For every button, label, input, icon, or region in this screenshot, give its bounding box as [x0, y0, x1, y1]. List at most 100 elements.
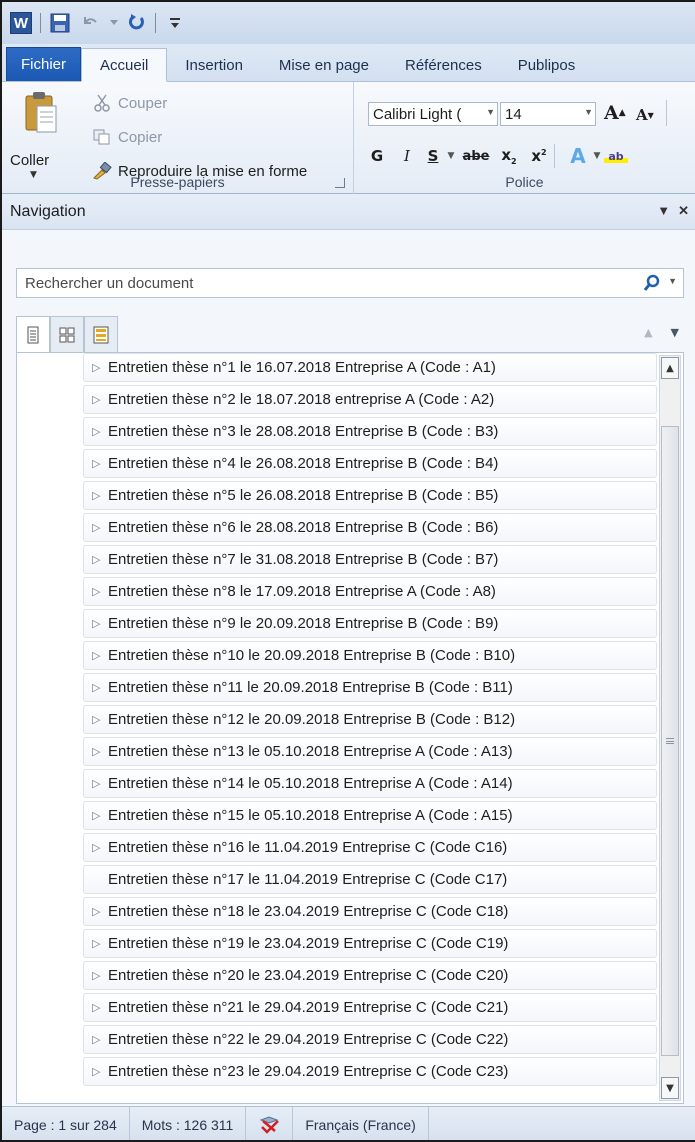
expand-triangle-icon[interactable]: ▷ [92, 681, 108, 694]
navigation-view-tabs [16, 316, 118, 352]
font-group-label: Police [505, 174, 544, 190]
headings-view-icon[interactable] [16, 316, 50, 352]
close-icon[interactable]: ✕ [678, 203, 689, 219]
heading-item[interactable]: ▷ Entretien thèse n°19 le 23.04.2019 Entr… [83, 929, 657, 958]
tab-home[interactable]: Accueil [81, 48, 168, 82]
strikethrough-button[interactable]: abe [458, 149, 494, 164]
heading-item[interactable]: ▷ Entretien thèse n°22 le 29.04.2019 Entr… [83, 1025, 657, 1054]
heading-item[interactable]: ▷ Entretien thèse n°11 le 20.09.2018 Entr… [83, 673, 657, 702]
expand-triangle-icon[interactable]: ▷ [92, 457, 108, 470]
customize-qat-icon[interactable] [164, 12, 186, 34]
font-size-select[interactable]: 14 ▼ [500, 102, 596, 126]
heading-item[interactable]: ▷ Entretien thèse n°8 le 17.09.2018 Entre… [83, 577, 657, 606]
spelling-icon[interactable] [246, 1107, 294, 1140]
expand-triangle-icon[interactable]: ▷ [92, 553, 108, 566]
subscript-button[interactable]: x2 [494, 146, 524, 166]
expand-triangle-icon[interactable]: ▷ [92, 1065, 108, 1078]
shrink-font-glyph: A [636, 106, 648, 124]
expand-triangle-icon[interactable]: ▷ [92, 905, 108, 918]
app-icon-letter: W [10, 12, 32, 34]
underline-button[interactable]: S [422, 147, 444, 165]
word-logo-icon[interactable]: W [10, 12, 32, 34]
expand-triangle-icon[interactable]: ▷ [92, 1001, 108, 1014]
undo-dropdown-icon[interactable] [109, 12, 119, 34]
vertical-scrollbar[interactable]: ▲ ▼ [659, 355, 681, 1101]
pages-view-icon[interactable] [50, 316, 84, 352]
word-count[interactable]: Mots : 126 311 [130, 1107, 247, 1140]
heading-item[interactable]: ▷ Entretien thèse n°18 le 23.04.2019 Entr… [83, 897, 657, 926]
heading-item[interactable]: ▷ Entretien thèse n°15 le 05.10.2018 Entr… [83, 801, 657, 830]
expand-triangle-icon[interactable]: ▷ [92, 1033, 108, 1046]
search-options-icon[interactable]: ▼ [668, 276, 677, 286]
scroll-up-icon[interactable]: ▲ [661, 357, 679, 379]
heading-item[interactable]: ▷ Entretien thèse n°13 le 05.10.2018 Entr… [83, 737, 657, 766]
expand-triangle-icon[interactable]: ▷ [92, 617, 108, 630]
heading-item[interactable]: ▷ Entretien thèse n°2 le 18.07.2018 entre… [83, 385, 657, 414]
heading-item[interactable]: ▷ Entretien thèse n°1 le 16.07.2018 Entre… [83, 353, 657, 382]
expand-triangle-icon[interactable]: ▷ [92, 489, 108, 502]
tab-mailings[interactable]: Publipos [500, 49, 594, 81]
save-icon[interactable] [49, 12, 71, 34]
heading-item[interactable]: ▷ Entretien thèse n°12 le 20.09.2018 Entr… [83, 705, 657, 734]
format-separator [554, 144, 566, 168]
clipboard-dialog-launcher[interactable] [335, 178, 345, 188]
underline-dropdown-icon[interactable]: ▼ [444, 151, 458, 161]
next-heading-icon[interactable]: ▼ [671, 326, 679, 339]
highlight-button[interactable]: ab [604, 149, 628, 163]
expand-triangle-icon[interactable]: ▷ [92, 585, 108, 598]
tab-insert[interactable]: Insertion [167, 49, 261, 81]
heading-item[interactable]: ▷ Entretien thèse n°9 le 20.09.2018 Entre… [83, 609, 657, 638]
heading-item[interactable]: ▷ Entretien thèse n°10 le 20.09.2018 Entr… [83, 641, 657, 670]
bold-button[interactable]: G [362, 147, 392, 165]
expand-triangle-icon[interactable]: ▷ [92, 937, 108, 950]
tab-page-layout[interactable]: Mise en page [261, 49, 387, 81]
expand-triangle-icon[interactable]: ▷ [92, 841, 108, 854]
search-icon[interactable] [643, 274, 661, 296]
expand-triangle-icon[interactable]: ▷ [92, 809, 108, 822]
italic-button[interactable]: I [392, 147, 422, 165]
results-view-icon[interactable] [84, 316, 118, 352]
quick-access-toolbar: W [2, 2, 695, 44]
expand-triangle-icon[interactable]: ▷ [92, 745, 108, 758]
scrollbar-thumb[interactable] [661, 426, 679, 1056]
expand-triangle-icon[interactable]: ▷ [92, 713, 108, 726]
heading-item[interactable]: ▷ Entretien thèse n°16 le 11.04.2019 Entr… [83, 833, 657, 862]
expand-triangle-icon[interactable]: ▷ [92, 649, 108, 662]
text-effects-dropdown-icon[interactable]: ▼ [590, 151, 604, 161]
heading-item[interactable]: ▷ Entretien thèse n°23 le 29.04.2019 Entr… [83, 1057, 657, 1086]
copy-button[interactable]: Copier [92, 128, 162, 146]
grow-font-button[interactable]: A ▲ [604, 102, 626, 124]
heading-item[interactable]: ▷ Entretien thèse n°7 le 31.08.2018 Entre… [83, 545, 657, 574]
heading-item[interactable]: ▷ Entretien thèse n°14 le 05.10.2018 Entr… [83, 769, 657, 798]
cut-button[interactable]: Couper [92, 94, 167, 112]
pane-options-icon[interactable]: ▼ [657, 203, 670, 219]
redo-icon[interactable] [125, 12, 147, 34]
heading-item[interactable]: ▷ Entretien thèse n°20 le 23.04.2019 Entr… [83, 961, 657, 990]
paste-button[interactable]: Coller [10, 152, 49, 169]
paste-icon[interactable] [24, 90, 58, 133]
expand-triangle-icon[interactable]: ▷ [92, 425, 108, 438]
previous-heading-icon[interactable]: ▲ [644, 326, 652, 339]
language-indicator[interactable]: Français (France) [293, 1107, 429, 1140]
search-input[interactable]: Rechercher un document ▼ [16, 268, 684, 298]
heading-item[interactable]: ▷ Entretien thèse n°21 le 29.04.2019 Entr… [83, 993, 657, 1022]
expand-triangle-icon[interactable]: ▷ [92, 361, 108, 374]
page-count[interactable]: Page : 1 sur 284 [2, 1107, 130, 1140]
tab-references[interactable]: Références [387, 49, 500, 81]
heading-item[interactable]: ▷ Entretien thèse n°4 le 26.08.2018 Entre… [83, 449, 657, 478]
text-effects-button[interactable]: A [566, 144, 590, 168]
font-name-select[interactable]: Calibri Light ( ▼ [368, 102, 498, 126]
heading-item[interactable]: ▷ Entretien thèse n°6 le 28.08.2018 Entre… [83, 513, 657, 542]
tab-file[interactable]: Fichier [6, 47, 82, 81]
expand-triangle-icon[interactable]: ▷ [92, 521, 108, 534]
undo-icon[interactable] [79, 12, 101, 34]
scroll-down-icon[interactable]: ▼ [661, 1077, 679, 1099]
expand-triangle-icon[interactable]: ▷ [92, 777, 108, 790]
heading-item[interactable]: ▷ Entretien thèse n°3 le 28.08.2018 Entre… [83, 417, 657, 446]
superscript-button[interactable]: x2 [524, 147, 554, 165]
shrink-font-button[interactable]: A ▼ [636, 106, 654, 124]
expand-triangle-icon[interactable]: ▷ [92, 969, 108, 982]
heading-item[interactable]: ▷ Entretien thèse n°5 le 26.08.2018 Entre… [83, 481, 657, 510]
expand-triangle-icon[interactable]: ▷ [92, 393, 108, 406]
heading-item[interactable]: ▷Entretien thèse n°17 le 11.04.2019 Entr… [83, 865, 657, 894]
